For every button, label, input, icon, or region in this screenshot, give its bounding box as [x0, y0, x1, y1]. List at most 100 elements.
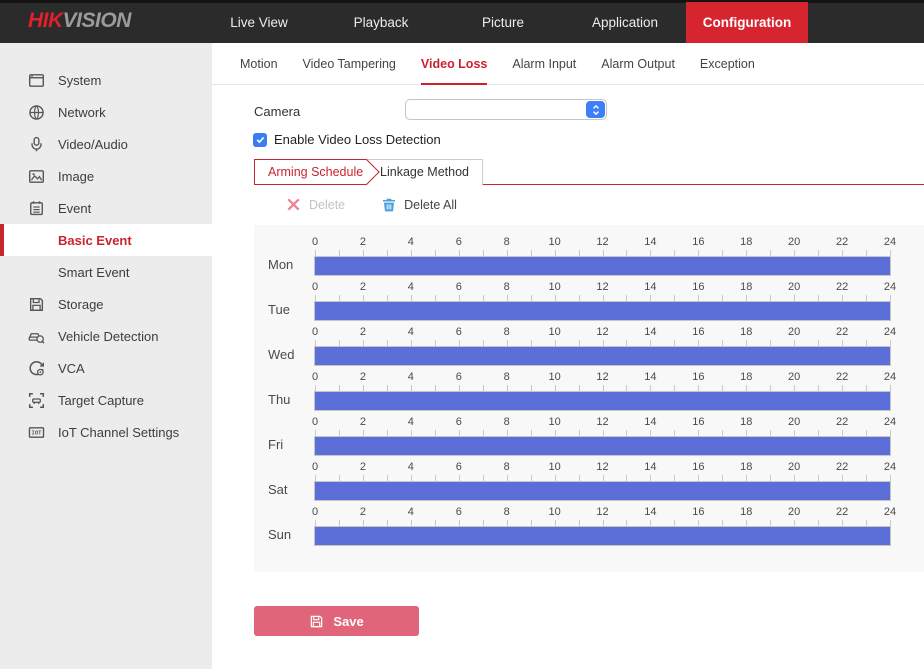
hour-tick-label: 18	[740, 461, 752, 473]
tab-exception[interactable]: Exception	[700, 43, 755, 85]
main-nav: Live View PlaybackPictureApplication Confi…	[198, 2, 808, 43]
tab-arming-schedule[interactable]: Arming Schedule	[254, 159, 367, 185]
hour-tick-label: 6	[456, 371, 462, 383]
schedule-bar-fill[interactable]	[315, 257, 890, 275]
day-label: Mon	[268, 257, 310, 272]
sidebar-item-iot-channel-settings[interactable]: IoT Channel Settings	[0, 416, 212, 448]
nav-item-playback[interactable]: Playback	[320, 2, 442, 43]
sidebar-item-label: Basic Event	[58, 233, 132, 248]
tab-label: Video Loss	[421, 57, 487, 71]
schedule-bar-track[interactable]	[314, 481, 891, 501]
hour-tick-label: 20	[788, 506, 800, 518]
hour-ruler: 024681012141618202224	[315, 281, 890, 294]
hour-tick-label: 4	[408, 416, 414, 428]
day-label: Thu	[268, 392, 310, 407]
hour-tick-label: 20	[788, 461, 800, 473]
hour-tick-label: 14	[644, 371, 656, 383]
schedule-bar-fill[interactable]	[315, 302, 890, 320]
sidebar-item-smart-event[interactable]: Smart Event	[0, 256, 212, 288]
schedule-day-row: Wed 024681012141618202224	[254, 326, 924, 371]
hour-tick-label: 16	[692, 461, 704, 473]
hour-tick-label: 8	[504, 281, 510, 293]
schedule-bar-track[interactable]	[314, 346, 891, 366]
sidebar-item-image[interactable]: Image	[0, 160, 212, 192]
tab-video-loss[interactable]: Video Loss	[421, 43, 487, 85]
sidebar-item-event[interactable]: Event	[0, 192, 212, 224]
page: HIKVISION Live ViewPlaybackPictureApplic…	[0, 0, 924, 669]
hour-tick-label: 8	[504, 371, 510, 383]
delete-all-button[interactable]: Delete All	[382, 198, 457, 212]
hour-tick-label: 20	[788, 371, 800, 383]
schedule-toolbar: Delete Delete All	[254, 193, 457, 217]
sidebar-item-storage[interactable]: Storage	[0, 288, 212, 320]
hour-ruler: 024681012141618202224	[315, 461, 890, 474]
camera-select[interactable]	[405, 99, 607, 120]
nav-item-live-view[interactable]: Live View	[198, 2, 320, 43]
schedule-bar-track[interactable]	[314, 391, 891, 411]
hour-tick-label: 8	[504, 461, 510, 473]
schedule-bar-fill[interactable]	[315, 437, 890, 455]
sidebar-item-vehicle-detection[interactable]: Vehicle Detection	[0, 320, 212, 352]
sidebar-item-basic-event[interactable]: Basic Event	[0, 224, 212, 256]
schedule-day-row: Sat 024681012141618202224	[254, 461, 924, 506]
hour-tick-label: 16	[692, 326, 704, 338]
tab-linkage-method[interactable]: Linkage Method	[366, 159, 483, 185]
tab-video-tampering[interactable]: Video Tampering	[303, 43, 396, 85]
hour-tick-label: 12	[596, 506, 608, 518]
hour-tick-label: 24	[884, 236, 896, 248]
nav-item-application[interactable]: Application	[564, 2, 686, 43]
delete-button[interactable]: Delete	[287, 198, 345, 212]
tab-motion[interactable]: Motion	[240, 43, 278, 85]
hour-ruler: 024681012141618202224	[315, 371, 890, 384]
image-icon	[28, 168, 45, 185]
hour-tick-label: 4	[408, 281, 414, 293]
hour-tick-label: 22	[836, 326, 848, 338]
hour-tick-label: 6	[456, 506, 462, 518]
hour-tick-label: 24	[884, 326, 896, 338]
hour-tick-label: 12	[596, 371, 608, 383]
hour-tick-label: 22	[836, 236, 848, 248]
nav-item-label: Configuration	[703, 15, 791, 30]
sidebar-item-video-audio[interactable]: Video/Audio	[0, 128, 212, 160]
nav-item-picture[interactable]: Picture	[442, 2, 564, 43]
schedule-bar-fill[interactable]	[315, 482, 890, 500]
content-area: Motion Video Tampering Video Loss Alarm Inp…	[212, 43, 924, 669]
enable-video-loss-checkbox[interactable]	[253, 133, 267, 147]
hour-tick-label: 2	[360, 326, 366, 338]
hour-ruler: 024681012141618202224	[315, 326, 890, 339]
hour-tick-label: 20	[788, 236, 800, 248]
sidebar-item-label: Vehicle Detection	[58, 329, 158, 344]
hour-tick-label: 10	[548, 416, 560, 428]
tab-alarm-input[interactable]: Alarm Input	[512, 43, 576, 85]
select-stepper-icon[interactable]	[586, 101, 605, 118]
schedule-bar-track[interactable]	[314, 436, 891, 456]
hour-tick-label: 22	[836, 281, 848, 293]
schedule-bar-fill[interactable]	[315, 347, 890, 365]
sidebar-item-label: VCA	[58, 361, 85, 376]
hour-tick-label: 22	[836, 371, 848, 383]
save-button[interactable]: Save	[254, 606, 419, 636]
hour-tick-label: 0	[312, 236, 318, 248]
nav-item-configuration[interactable]: Configuration	[686, 2, 808, 43]
schedule-bar-track[interactable]	[314, 301, 891, 321]
schedule-bar-track[interactable]	[314, 526, 891, 546]
hour-tick-label: 14	[644, 506, 656, 518]
tab-alarm-output[interactable]: Alarm Output	[601, 43, 675, 85]
hour-tick-label: 18	[740, 371, 752, 383]
schedule-day-row: Sun 024681012141618202224	[254, 506, 924, 551]
nav-item-label: Live View	[230, 15, 288, 30]
logo-part-red: HIK	[28, 9, 63, 32]
schedule-bar-track[interactable]	[314, 256, 891, 276]
hour-ruler: 024681012141618202224	[315, 236, 890, 249]
schedule-bar-fill[interactable]	[315, 392, 890, 410]
sidebar-item-label: Storage	[58, 297, 104, 312]
sidebar-item-target-capture[interactable]: Target Capture	[0, 384, 212, 416]
sidebar-item-label: Network	[58, 105, 106, 120]
sidebar-item-system[interactable]: System	[0, 64, 212, 96]
sidebar-item-vca[interactable]: VCA	[0, 352, 212, 384]
hour-tick-label: 8	[504, 326, 510, 338]
microphone-icon	[28, 136, 45, 153]
schedule-bar-fill[interactable]	[315, 527, 890, 545]
hour-tick-label: 16	[692, 281, 704, 293]
sidebar-item-network[interactable]: Network	[0, 96, 212, 128]
